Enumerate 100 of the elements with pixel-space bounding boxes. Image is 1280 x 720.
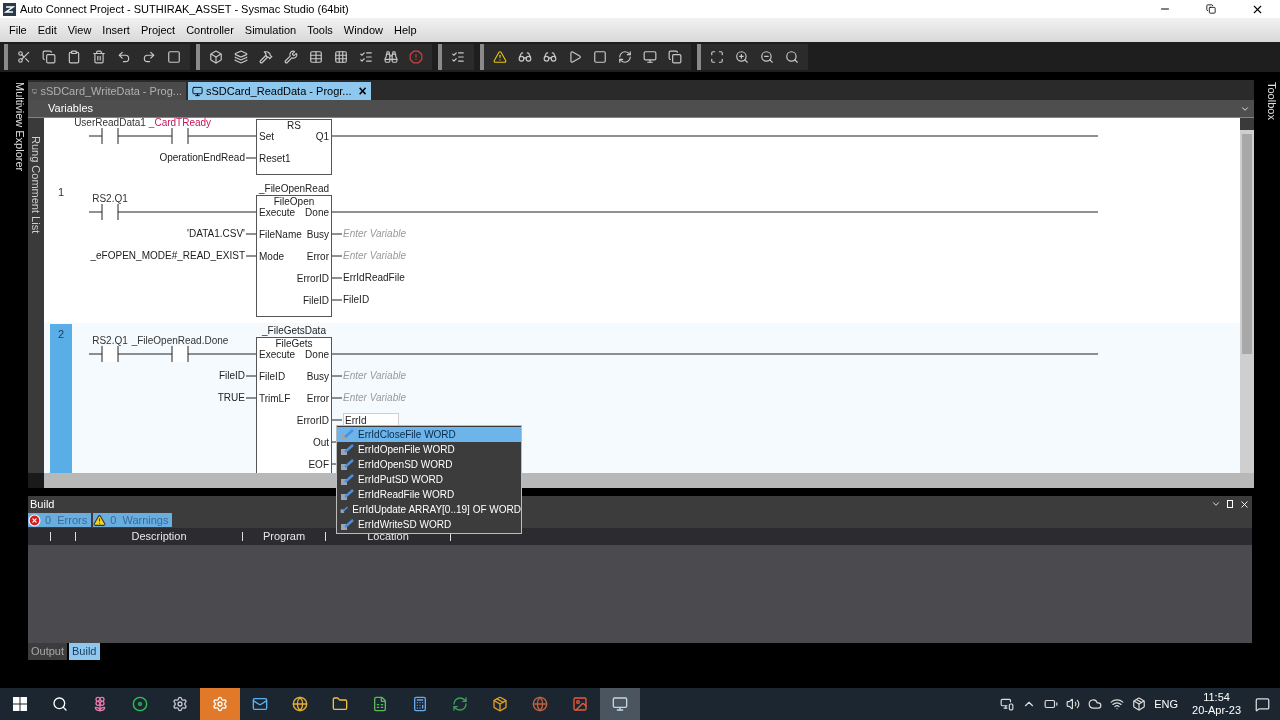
menu-item[interactable]: Edit (32, 21, 62, 39)
glasses-icon (518, 50, 532, 64)
autocomplete-item[interactable]: ErrIdOpenSD WORD (337, 457, 521, 472)
output-variable[interactable]: FileID (343, 294, 370, 306)
grid-icon (334, 50, 348, 64)
variables-bar[interactable]: Variables (28, 100, 1254, 118)
input-variable[interactable]: OperationEndRead (159, 152, 245, 164)
panel-tab[interactable]: Output (28, 643, 68, 660)
refresh-icon (618, 50, 632, 64)
wire (331, 255, 343, 257)
notification-icon[interactable] (1255, 696, 1270, 712)
menu-item[interactable]: View (62, 21, 97, 39)
autocomplete-item[interactable]: ErrIdWriteSD WORD (337, 517, 521, 532)
block-type: FileOpen (273, 196, 315, 207)
rung-number-cell[interactable]: 2 (50, 324, 72, 473)
pin-label: Reset1 (259, 153, 291, 165)
wire (331, 277, 343, 279)
contact-label: RS2.Q1 (92, 193, 128, 204)
contact-drawing[interactable] (101, 345, 119, 363)
autocomplete-item[interactable]: ErrIdPutSD WORD (337, 472, 521, 487)
menu-item[interactable]: Project (135, 21, 181, 39)
contact-drawing[interactable] (171, 345, 189, 363)
rung-number-cell[interactable]: 1 (50, 182, 72, 322)
input-variable[interactable]: TRUE (217, 392, 245, 404)
wifi-icon[interactable] (1110, 697, 1125, 711)
calculator-icon (412, 696, 428, 712)
pin-label: Done (305, 349, 329, 361)
menu-item[interactable]: Simulation (239, 21, 302, 39)
column-header[interactable]: Program (243, 528, 325, 545)
taskbar-button[interactable] (600, 688, 640, 720)
square-icon (593, 50, 607, 64)
variable-icon (340, 518, 354, 531)
document-tab[interactable]: sSDCard_ReadData - Progr... × (188, 82, 371, 100)
side-panel-tab[interactable]: Rung Comment List (28, 118, 44, 473)
wire (245, 157, 257, 159)
column-header[interactable]: Description (76, 528, 242, 545)
search-icon (785, 50, 799, 64)
contact-label: RS2.Q1 (92, 335, 128, 346)
function-block[interactable]: FileOpen Execute FileName Mode Done Busy Error ErrorID FileID (256, 195, 332, 317)
package-icon (492, 696, 508, 712)
binoculars-icon (384, 50, 398, 64)
pin-label: TrimLF (259, 393, 291, 405)
globe-icon (292, 696, 308, 712)
wire (331, 299, 343, 301)
wire (245, 233, 257, 235)
function-block[interactable]: RS Set Reset1 Q1 (256, 119, 332, 175)
error-icon (28, 513, 41, 527)
menu-item[interactable]: File (4, 21, 32, 39)
box-icon[interactable] (1132, 697, 1147, 711)
pin-label: Error (306, 251, 329, 263)
clock[interactable]: 11:54 20-Apr-23 (1186, 691, 1247, 717)
input-variable[interactable]: _eFOPEN_MODE#_READ_EXIST (90, 250, 245, 262)
instance-label: _FileGetsData (262, 325, 326, 336)
pin-label: EOF (308, 459, 329, 471)
pin-label: Out (312, 437, 329, 449)
language-indicator[interactable]: ENG (1154, 695, 1179, 713)
input-variable[interactable]: 'DATA1.CSV' (187, 228, 245, 240)
tab-close-button[interactable]: × (358, 84, 367, 98)
wire (245, 375, 257, 377)
pin-label: Busy (306, 371, 329, 383)
menu-item[interactable]: Help (389, 21, 422, 39)
speaker-icon[interactable] (1066, 697, 1081, 711)
window-title: Auto Connect Project - SUTHIRAK_ASSET - Sysmac Studio (64bit) (20, 1, 349, 17)
menu-item[interactable]: Insert (97, 21, 135, 39)
document-tab[interactable]: sSDCard_WriteData - Prog... (28, 82, 186, 100)
contact-label: _CardTReady (148, 118, 212, 128)
pin-label: FileID (259, 371, 286, 383)
close-icon[interactable] (1239, 498, 1250, 510)
autocomplete-item[interactable]: ErrIdReadFile WORD (337, 487, 521, 502)
pin-label: FileName (259, 229, 302, 241)
wire (331, 233, 343, 235)
device-icon[interactable] (1000, 697, 1015, 711)
autocomplete-item[interactable]: ErrIdCloseFile WORD (337, 427, 521, 442)
panel-title: Build (30, 496, 55, 512)
fit-icon (710, 50, 724, 64)
menu-item[interactable]: Controller (181, 21, 239, 39)
hammer-icon (259, 50, 273, 64)
cube-icon (209, 50, 223, 64)
function-block[interactable]: FileGets Execute FileID TrimLF Done Busy Error ErrorID Out EOF (256, 337, 332, 473)
cloud-icon[interactable] (1088, 697, 1103, 711)
output-variable[interactable]: ErrIdReadFile (343, 272, 405, 284)
autocomplete-item[interactable]: ErrIdUpdate ARRAY[0..19] OF WORD (337, 502, 521, 517)
vertical-scrollbar[interactable] (1240, 118, 1254, 473)
list-icon (359, 50, 373, 64)
alert-icon (409, 50, 423, 64)
menu-item[interactable]: Window (338, 21, 388, 39)
variable-icon (340, 443, 354, 456)
battery-icon[interactable] (1044, 697, 1059, 711)
pin-icon[interactable] (1227, 500, 1233, 508)
input-variable[interactable]: FileID (218, 370, 245, 382)
pin-label: Execute (259, 349, 296, 361)
panel-tab[interactable]: Build (69, 643, 100, 660)
variable-icon (340, 473, 354, 486)
redo-icon (142, 50, 156, 64)
dropdown-icon[interactable] (1211, 499, 1221, 509)
copy-icon (42, 50, 56, 64)
autocomplete-item[interactable]: ErrIdOpenFile WORD (337, 442, 521, 457)
cut-icon (17, 50, 31, 64)
menu-item[interactable]: Tools (302, 21, 338, 39)
glasses-icon (543, 50, 557, 64)
